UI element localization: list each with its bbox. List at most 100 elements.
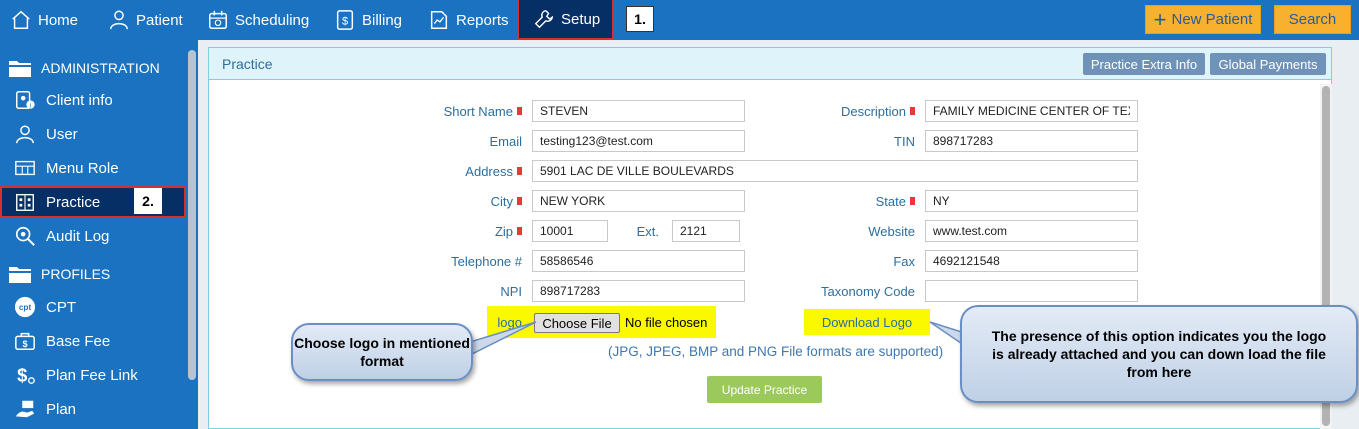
global-payments-button[interactable]: Global Payments — [1210, 53, 1326, 75]
sidebar-item-label: Audit Log — [46, 227, 110, 245]
state-input[interactable] — [925, 190, 1138, 212]
ext-label: Ext. — [636, 223, 659, 239]
sidebar-item-base-fee[interactable]: $ Base Fee — [0, 325, 186, 357]
svg-text:cpt: cpt — [19, 303, 32, 312]
sidebar-item-audit-log[interactable]: Audit Log — [0, 220, 186, 252]
home-icon — [12, 10, 30, 29]
email-input[interactable] — [532, 130, 745, 152]
sidebar-item-client-info[interactable]: i Client info — [0, 84, 186, 116]
briefcase-dollar-icon: $ — [15, 332, 35, 350]
download-logo-annotation: The presence of this option indicates yo… — [960, 305, 1358, 403]
choose-logo-annotation: Choose logo in mentioned format — [291, 323, 473, 381]
website-input[interactable] — [925, 220, 1138, 242]
nav-scheduling-label: Scheduling — [235, 11, 310, 29]
sidebar-item-label: Plan — [46, 400, 77, 418]
required-marker — [517, 197, 522, 205]
dollar-link-icon: $ — [17, 364, 35, 385]
required-marker — [910, 107, 915, 115]
taxonomy-code-label: Taxonomy Code — [821, 283, 915, 299]
tin-input[interactable] — [925, 130, 1138, 152]
description-input[interactable] — [925, 100, 1138, 122]
section-profiles: PROFILES — [8, 261, 110, 287]
telephone-input[interactable] — [532, 250, 745, 272]
sidebar-item-plan[interactable]: Plan — [0, 393, 186, 425]
no-file-chosen-text: No file chosen — [625, 315, 708, 330]
sidebar-item-label: Menu Role — [46, 159, 119, 177]
short-name-label: Short Name — [400, 100, 522, 122]
sidebar-item-menu-role[interactable]: Menu Role — [0, 152, 186, 184]
sidebar-item-label: Client info — [46, 91, 113, 109]
new-patient-label: New Patient — [1171, 11, 1253, 28]
sidebar-item-label: Plan Fee Link — [46, 366, 138, 384]
sidebar-item-label: Base Fee — [46, 332, 111, 350]
fax-input[interactable] — [925, 250, 1138, 272]
taxonomy-code-input[interactable] — [925, 280, 1138, 302]
svg-text:$: $ — [342, 16, 348, 28]
building-icon — [16, 193, 34, 211]
user-icon — [110, 10, 128, 30]
sidebar-item-label: CPT — [46, 298, 76, 316]
tin-label: TIN — [894, 133, 915, 149]
address-input[interactable] — [532, 160, 1138, 182]
sidebar-item-label: Practice — [46, 193, 101, 211]
calendar-icon — [209, 10, 227, 29]
section-administration: ADMINISTRATION — [8, 55, 160, 81]
nav-billing[interactable]: $ Billing — [334, 0, 402, 40]
npi-label: NPI — [500, 283, 522, 299]
nav-home[interactable]: Home — [10, 0, 78, 40]
svg-text:i: i — [30, 102, 31, 109]
cpt-icon: cpt — [14, 296, 36, 318]
chart-icon — [430, 11, 448, 29]
audit-search-icon — [15, 226, 35, 246]
update-practice-button[interactable]: Update Practice — [707, 376, 822, 403]
choose-file-button[interactable]: Choose File — [534, 313, 620, 333]
required-marker — [517, 167, 522, 175]
folder-icon — [9, 267, 31, 283]
sidebar-item-user[interactable]: User — [0, 118, 186, 150]
svg-text:$: $ — [22, 339, 27, 349]
nav-patient[interactable]: Patient — [108, 0, 183, 40]
zip-input[interactable] — [532, 220, 608, 242]
sidebar-item-cpt[interactable]: cpt CPT — [0, 291, 186, 323]
sidebar-scrollbar-thumb[interactable] — [188, 50, 196, 380]
nav-setup[interactable]: Setup — [517, 0, 614, 40]
step-1-callout: 1. — [626, 6, 654, 32]
nav-setup-label: Setup — [561, 10, 601, 28]
sidebar-item-plan-fee-link[interactable]: $ Plan Fee Link — [0, 359, 186, 391]
practice-extra-info-button[interactable]: Practice Extra Info — [1083, 53, 1205, 75]
telephone-label: Telephone # — [451, 253, 522, 269]
search-button[interactable]: Search — [1274, 5, 1351, 34]
hand-money-icon — [15, 400, 35, 418]
ext-input[interactable] — [672, 220, 740, 242]
state-label: State — [770, 190, 915, 212]
dollar-icon: $ — [336, 10, 354, 30]
npi-input[interactable] — [532, 280, 745, 302]
file-formats-note: (JPG, JPEG, BMP and PNG File formats are… — [608, 344, 944, 359]
nav-reports[interactable]: Reports — [428, 0, 509, 40]
sidebar-item-label: User — [46, 125, 78, 143]
zip-label: Zip — [400, 220, 522, 242]
svg-text:$: $ — [17, 364, 27, 385]
logo-label: logo — [497, 314, 522, 330]
user-icon — [16, 125, 34, 144]
email-label: Email — [489, 133, 522, 149]
panel-header: Practice Practice Extra Info Global Paym… — [209, 48, 1331, 80]
nav-home-label: Home — [38, 11, 79, 29]
plus-icon: + — [1153, 6, 1167, 32]
description-label: Description — [770, 100, 915, 122]
client-info-icon: i — [16, 91, 35, 109]
step-2-callout: 2. — [134, 188, 162, 214]
required-marker — [517, 107, 522, 115]
nav-patient-label: Patient — [136, 11, 183, 29]
panel-title: Practice — [222, 56, 273, 72]
short-name-input[interactable] — [532, 100, 745, 122]
nav-scheduling[interactable]: Scheduling — [207, 0, 309, 40]
download-logo-link[interactable]: Download Logo — [804, 309, 930, 335]
required-marker — [517, 227, 522, 235]
wrench-icon — [534, 10, 554, 29]
menu-grid-icon — [15, 160, 35, 176]
city-label: City — [400, 190, 522, 212]
city-input[interactable] — [532, 190, 745, 212]
nav-billing-label: Billing — [362, 11, 403, 29]
new-patient-button[interactable]: + New Patient — [1145, 5, 1261, 34]
